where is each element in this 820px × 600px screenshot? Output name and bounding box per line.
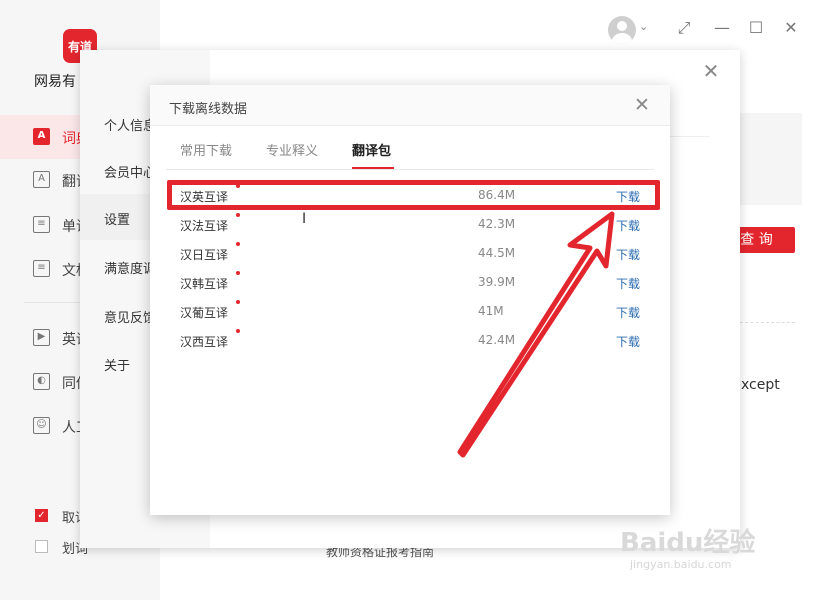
baidu-watermark: Baidu经验 jingyan.baidu.com: [620, 522, 756, 571]
watermark-logo: Baidu经验: [620, 528, 756, 558]
text-cursor-icon: I: [302, 211, 307, 227]
red-arrow-annotation-icon: [457, 211, 615, 458]
watermark-url: jingyan.baidu.com: [630, 558, 732, 571]
